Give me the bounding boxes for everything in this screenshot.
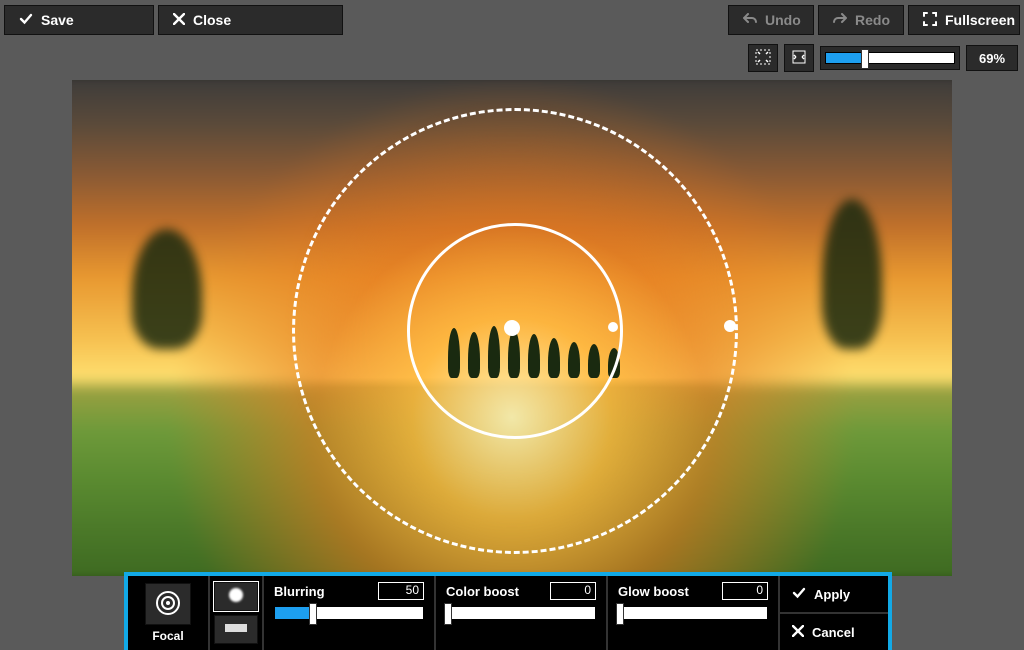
fullscreen-label: Fullscreen [945, 12, 1015, 28]
save-button[interactable]: Save [4, 5, 154, 35]
save-label: Save [41, 12, 74, 28]
apply-button[interactable]: Apply [780, 576, 888, 614]
glow-boost-value[interactable]: 0 [722, 582, 768, 600]
cancel-label: Cancel [812, 625, 855, 640]
redo-label: Redo [855, 12, 890, 28]
focal-shape-radial[interactable] [214, 582, 258, 611]
focal-panel: Focal Blurring 50 Color boost 0 [124, 572, 892, 650]
blurring-value[interactable]: 50 [378, 582, 424, 600]
fit-screen-icon [755, 49, 771, 68]
actual-size-button[interactable] [784, 44, 814, 72]
param-glow-boost: Glow boost 0 [608, 576, 780, 650]
radial-icon [226, 585, 246, 608]
cancel-button[interactable]: Cancel [780, 614, 888, 650]
undo-label: Undo [765, 12, 801, 28]
focal-tool-icon-wrap[interactable] [145, 583, 191, 625]
color-boost-thumb[interactable] [444, 603, 452, 625]
toolbar-left-group: Save Close [4, 5, 343, 35]
zoom-value: 69% [966, 45, 1018, 71]
color-boost-label: Color boost [446, 584, 519, 599]
redo-icon [833, 12, 847, 28]
fullscreen-icon [923, 12, 937, 29]
focal-inner-handle[interactable] [608, 322, 618, 332]
close-icon [173, 12, 185, 28]
image-canvas[interactable] [72, 80, 952, 576]
zoom-bar: 69% [748, 44, 1018, 72]
focal-overlay[interactable] [72, 80, 952, 576]
action-column: Apply Cancel [780, 576, 888, 650]
top-toolbar: Save Close Undo Redo Fullscreen [4, 4, 1020, 36]
toolbar-right-group: Undo Redo Fullscreen [728, 5, 1020, 35]
param-blurring: Blurring 50 [264, 576, 436, 650]
close-icon [792, 625, 804, 640]
focal-center-handle[interactable] [504, 320, 520, 336]
undo-icon [743, 12, 757, 28]
blurring-thumb[interactable] [309, 603, 317, 625]
actual-size-icon [791, 49, 807, 68]
fit-screen-button[interactable] [748, 44, 778, 72]
close-button[interactable]: Close [158, 5, 343, 35]
zoom-slider[interactable] [820, 46, 960, 70]
blurring-label: Blurring [274, 584, 325, 599]
fullscreen-button[interactable]: Fullscreen [908, 5, 1020, 35]
blurring-slider[interactable] [274, 606, 424, 620]
close-label: Close [193, 12, 231, 28]
linear-icon [225, 621, 247, 638]
redo-button[interactable]: Redo [818, 5, 904, 35]
color-boost-value[interactable]: 0 [550, 582, 596, 600]
glow-boost-label: Glow boost [618, 584, 689, 599]
check-icon [792, 586, 806, 603]
color-boost-slider[interactable] [446, 606, 596, 620]
undo-button[interactable]: Undo [728, 5, 814, 35]
param-color-boost: Color boost 0 [436, 576, 608, 650]
focal-tool-label: Focal [152, 629, 183, 643]
focal-outer-handle[interactable] [724, 320, 736, 332]
glow-boost-slider[interactable] [618, 606, 768, 620]
zoom-slider-thumb[interactable] [861, 49, 869, 69]
focal-target-icon [154, 589, 182, 620]
tool-column: Focal [128, 576, 210, 650]
apply-label: Apply [814, 587, 850, 602]
focal-shape-linear[interactable] [214, 615, 258, 644]
glow-boost-thumb[interactable] [616, 603, 624, 625]
check-icon [19, 12, 33, 29]
focal-shape-column [210, 576, 264, 650]
